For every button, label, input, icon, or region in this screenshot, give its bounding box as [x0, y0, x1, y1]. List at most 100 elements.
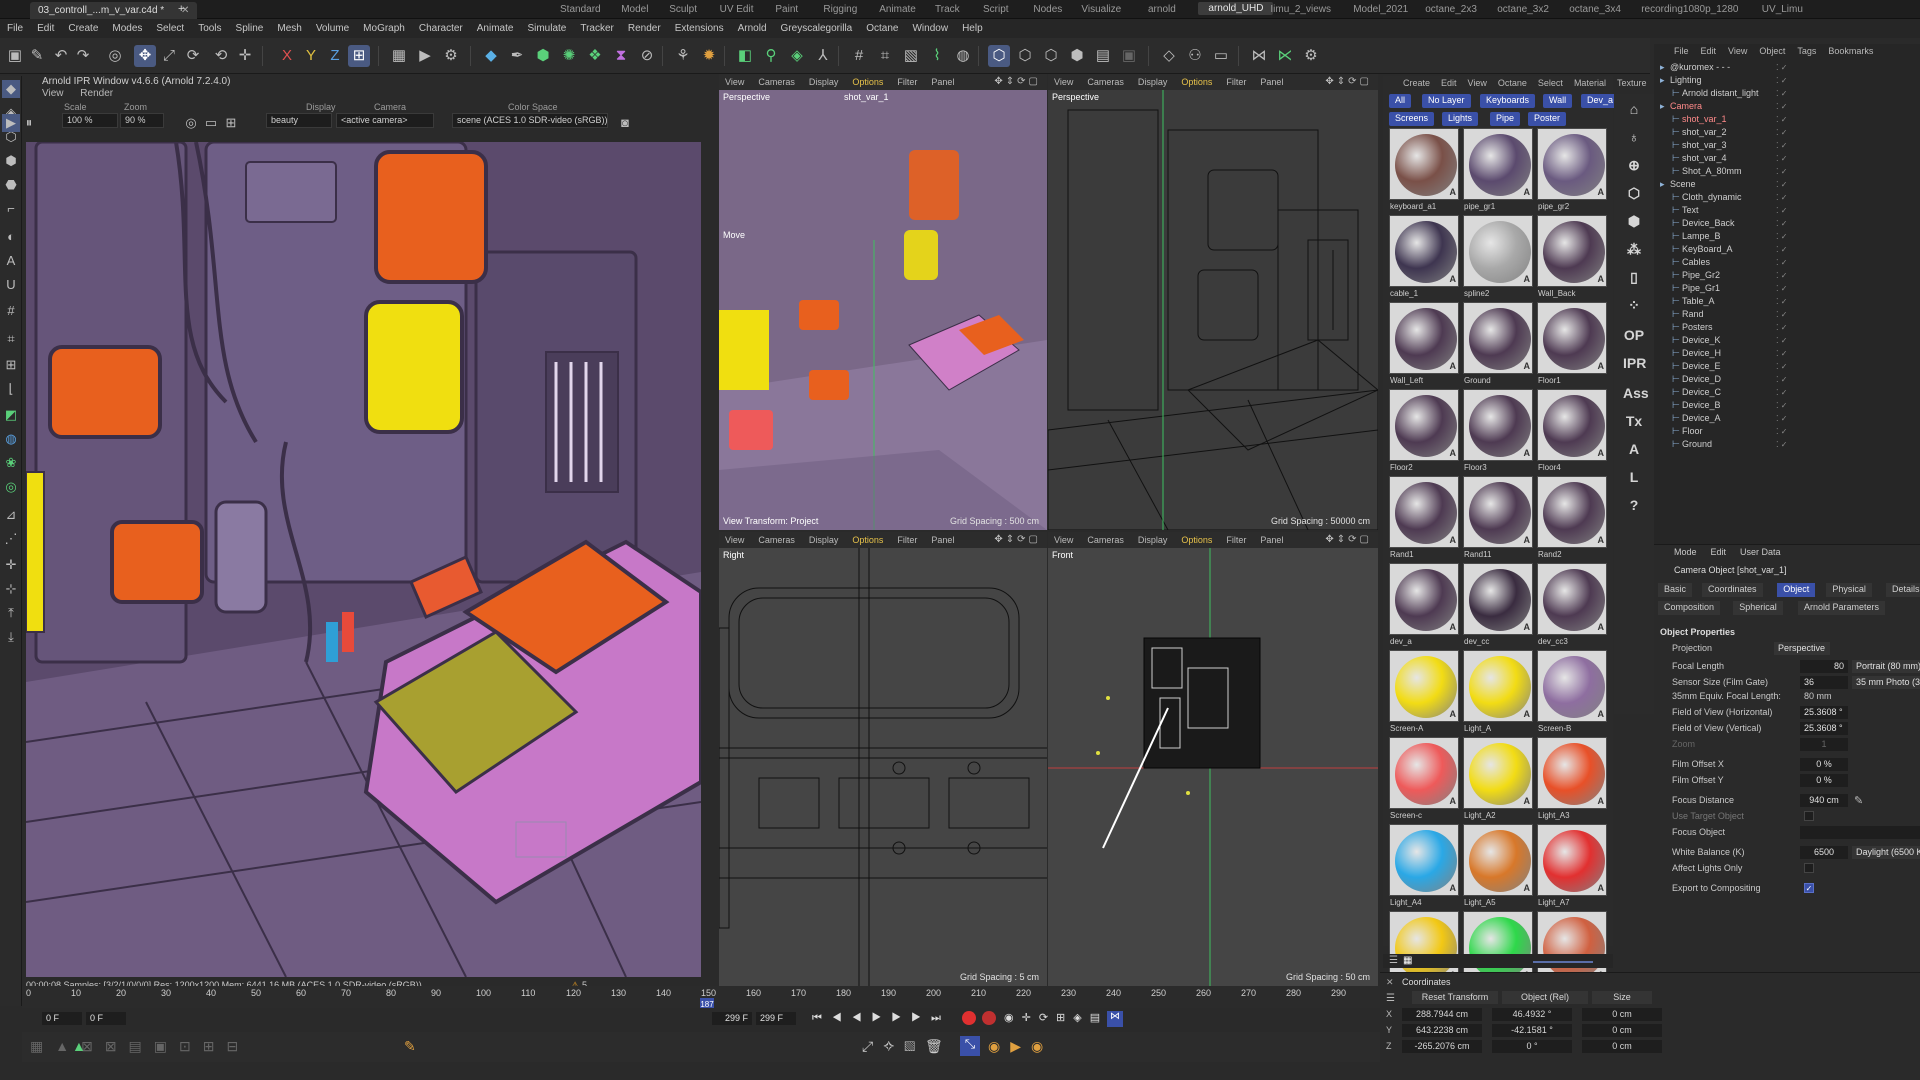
material-menu-view[interactable]: View: [1468, 78, 1487, 88]
live-select-icon[interactable]: ◎: [104, 45, 126, 67]
redo-arrow-icon[interactable]: ↷: [72, 45, 94, 67]
uv-mode-icon[interactable]: ▤: [1092, 45, 1114, 67]
focal-length-field[interactable]: 80: [1800, 660, 1848, 673]
menu-greyscalegorilla[interactable]: Greyscalegorilla: [774, 19, 860, 34]
solid-cube-icon[interactable]: ⬢: [1623, 210, 1645, 232]
menu-volume[interactable]: Volume: [309, 19, 356, 34]
orbit-icon[interactable]: ◍: [952, 45, 974, 67]
viewport-menu-panel[interactable]: Panel: [931, 77, 954, 87]
current-frame-field[interactable]: 0 F: [42, 1012, 82, 1025]
menu-help[interactable]: Help: [955, 19, 990, 34]
viewport-menu-cameras[interactable]: Cameras: [758, 77, 795, 87]
z-size-field[interactable]: 0 cm: [1582, 1040, 1662, 1053]
layout-tab-11[interactable]: arnold: [1148, 4, 1176, 15]
x-size-field[interactable]: 0 cm: [1582, 1008, 1662, 1021]
material-menu-select[interactable]: Select: [1538, 78, 1563, 88]
locked-workplane-icon[interactable]: ⌊: [2, 380, 20, 398]
sculpt-icon[interactable]: ⚲: [760, 45, 782, 67]
render-view[interactable]: [26, 142, 701, 977]
viewport-menu-view[interactable]: View: [725, 77, 744, 87]
attribute-menu-mode[interactable]: Mode: [1674, 547, 1697, 557]
render-view-icon[interactable]: ▶: [414, 45, 436, 67]
viewport-menu-display[interactable]: Display: [809, 535, 839, 545]
active-bottom-tool-icon[interactable]: ⤡: [960, 1036, 980, 1056]
light-icon[interactable]: ✹: [698, 45, 720, 67]
layout-tab-7[interactable]: Track: [935, 4, 960, 15]
attribute-tab-coordinates[interactable]: Coordinates: [1702, 583, 1763, 597]
paint-brush-icon[interactable]: ◩: [2, 406, 20, 424]
viewport-icon[interactable]: ▧: [900, 45, 922, 67]
snap-toggle-icon[interactable]: ◇: [1158, 45, 1180, 67]
grid-snap-icon[interactable]: #: [2, 302, 20, 320]
camera-select[interactable]: <active camera>: [336, 113, 434, 128]
z-position-field[interactable]: -265.2076 cm: [1402, 1040, 1482, 1053]
material-menu-create[interactable]: Create: [1403, 78, 1430, 88]
undo-arrow-icon[interactable]: ↶: [50, 45, 72, 67]
layout-tab-13[interactable]: Iimu_2_views: [1270, 4, 1331, 15]
cube-outline-icon[interactable]: ⬡: [1623, 182, 1645, 204]
coords-close-icon[interactable]: ✕: [1386, 977, 1394, 988]
ipr-pause-icon[interactable]: ⏸: [20, 114, 38, 132]
l-icon[interactable]: L: [1623, 466, 1645, 488]
visibility-dots[interactable]: ⁚ ✓: [1776, 336, 1787, 345]
layout-tab-17[interactable]: octane_3x4: [1569, 4, 1621, 15]
enable-axis-icon[interactable]: ◐: [2, 228, 20, 246]
viewport-nav-icons[interactable]: ✥⇕⟳▢: [1325, 534, 1372, 545]
add-tab-icon[interactable]: +: [178, 3, 184, 15]
visibility-dots[interactable]: ⁚ ✓: [1776, 427, 1787, 436]
focus-object-field[interactable]: [1800, 826, 1920, 839]
coords-menu-icon[interactable]: ☰: [1386, 993, 1395, 1004]
white-balance-field[interactable]: 6500: [1800, 846, 1848, 859]
affect-lights-checkbox[interactable]: [1804, 863, 1814, 873]
arnold-icon[interactable]: A: [1623, 438, 1645, 460]
render-settings-icon[interactable]: ⚙: [440, 45, 462, 67]
layout-tab-0[interactable]: Standard: [560, 4, 601, 15]
visibility-dots[interactable]: ⁚ ✓: [1776, 115, 1787, 124]
tx-icon[interactable]: Tx: [1623, 410, 1645, 432]
visibility-dots[interactable]: ⁚ ✓: [1776, 401, 1787, 410]
deformer-icon[interactable]: ⧗: [610, 45, 632, 67]
globe-icon[interactable]: ⊕: [1623, 154, 1645, 176]
scene-icon[interactable]: ⚘: [672, 45, 694, 67]
region-icon[interactable]: ◎: [182, 114, 200, 132]
model-mode-icon[interactable]: ⬡: [988, 45, 1010, 67]
material-item[interactable]: A Light_A2: [1463, 737, 1533, 823]
visibility-dots[interactable]: ⁚ ✓: [1776, 102, 1787, 111]
z-rotation-field[interactable]: 0 °: [1492, 1040, 1572, 1053]
material-item[interactable]: A Wall_Left: [1389, 302, 1459, 388]
visibility-dots[interactable]: ⁚ ✓: [1776, 128, 1787, 137]
viewport-right[interactable]: View Cameras Display Options Filter Panel ✥⇕⟳…: [719, 532, 1047, 986]
edge-mode-icon[interactable]: ⬢: [1066, 45, 1088, 67]
projection-select[interactable]: Perspective: [1774, 642, 1830, 655]
layout-tab-6[interactable]: Animate: [879, 4, 916, 15]
film-offset-x-field[interactable]: 0 %: [1800, 758, 1848, 771]
visibility-dots[interactable]: ⁚ ✓: [1776, 310, 1787, 319]
visibility-dots[interactable]: ⁚ ✓: [1776, 76, 1787, 85]
y-axis-icon[interactable]: Y: [300, 45, 322, 67]
viewport-menu-options[interactable]: Options: [1181, 77, 1212, 87]
ipr-menu-render[interactable]: Render: [80, 88, 113, 99]
preferences-gear-icon[interactable]: ⚙: [1300, 45, 1322, 67]
quantize-icon[interactable]: ⊞: [2, 356, 20, 374]
material-menu-octane[interactable]: Octane: [1498, 78, 1527, 88]
workplane-snap-icon[interactable]: ⌗: [2, 330, 20, 348]
snapshot-icon[interactable]: ◙: [616, 114, 634, 132]
sensor-size-preset[interactable]: 35 mm Photo (36.0 mm): [1852, 676, 1920, 689]
zoom-field[interactable]: 90 %: [120, 113, 164, 128]
attribute-tab-arnold-parameters[interactable]: Arnold Parameters: [1798, 601, 1886, 615]
focus-distance-field[interactable]: 940 cm: [1800, 794, 1848, 807]
material-menu-texture[interactable]: Texture: [1617, 78, 1647, 88]
transport-controls[interactable]: ⏮◀◀▶▶▶⏭: [812, 1012, 951, 1025]
object-menu-edit[interactable]: Edit: [1701, 46, 1717, 56]
polygon-mode-icon[interactable]: ◧: [734, 45, 756, 67]
visibility-dots[interactable]: ⁚ ✓: [1776, 154, 1787, 163]
visibility-dots[interactable]: ⁚ ✓: [1776, 63, 1787, 72]
layout-tab-10[interactable]: Visualize: [1081, 4, 1121, 15]
cube-icon[interactable]: ◆: [480, 45, 502, 67]
viewport-menu-panel[interactable]: Panel: [1260, 535, 1283, 545]
visibility-dots[interactable]: ⁚ ✓: [1776, 245, 1787, 254]
move-tool-icon[interactable]: ✥: [134, 45, 156, 67]
material-item[interactable]: Apipe_gr2: [1537, 128, 1607, 214]
axis-tool-icon[interactable]: ✛: [234, 45, 256, 67]
viewport-menu-view[interactable]: View: [725, 535, 744, 545]
